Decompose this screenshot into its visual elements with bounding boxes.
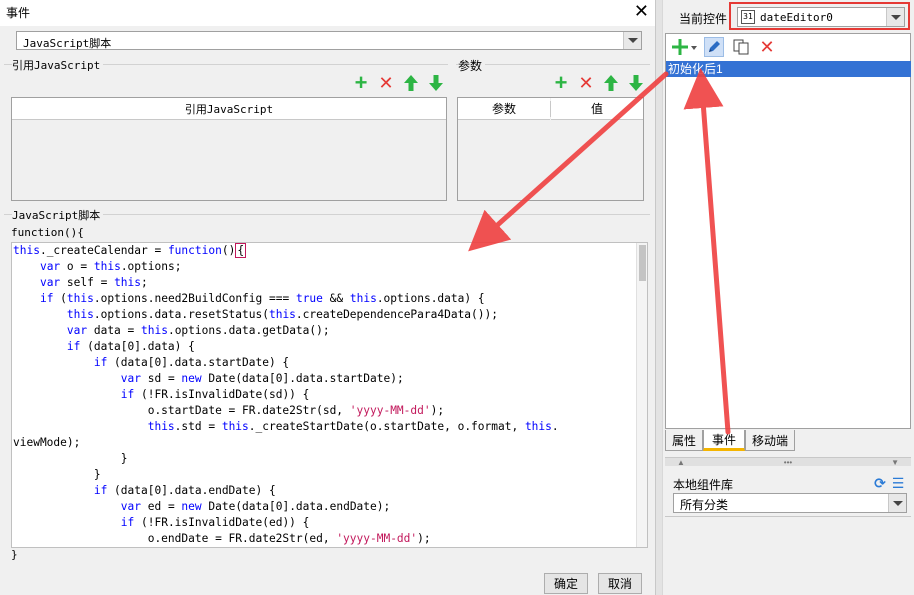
chevron-down-icon[interactable] — [886, 8, 904, 26]
code-line: if (data[0].data.startDate) { — [93, 356, 290, 369]
add-dropdown-icon[interactable] — [672, 38, 698, 56]
code-line: var self = this; — [39, 276, 148, 289]
code-line: if (data[0].data.endDate) { — [93, 484, 276, 497]
library-content — [665, 516, 911, 595]
current-widget-label: 当前控件 — [679, 12, 728, 26]
collapse-up-icon[interactable]: ▲ — [677, 458, 685, 467]
script-section-label: JavaScript脚本 — [12, 207, 104, 223]
section-splitter[interactable]: ▲ ••• ▼ — [665, 457, 911, 467]
tab-mobile[interactable]: 移动端 — [745, 430, 795, 451]
params-table: 参数 值 — [457, 97, 644, 201]
code-line: } — [13, 468, 101, 481]
ref-move-up-icon[interactable] — [402, 74, 420, 92]
cancel-button[interactable]: 取消 — [598, 573, 642, 594]
code-line: if (!FR.isInvalidDate(sd)) { — [120, 388, 310, 401]
refresh-icon[interactable]: ⟳ — [871, 474, 889, 492]
params-section-divider — [456, 64, 650, 65]
ref-section-label: 引用JavaScript — [12, 57, 104, 73]
code-scrollbar-thumb[interactable] — [639, 245, 646, 281]
chevron-down-icon[interactable] — [888, 494, 906, 512]
code-line: if (!FR.isInvalidDate(ed)) { — [120, 516, 310, 529]
code-editor[interactable]: this._createCalendar = function(){ var o… — [11, 242, 648, 548]
script-type-select[interactable]: JavaScript脚本 — [16, 31, 642, 50]
right-panel: 当前控件 31 dateEditor0 ✕ 初始化后1 属性 事件 移动端 ▲ … — [663, 0, 914, 595]
collapse-down-icon[interactable]: ▼ — [891, 458, 899, 467]
param-delete-icon[interactable]: ✕ — [577, 74, 595, 92]
code-line: if (data[0].data) { — [66, 340, 195, 353]
dialog-title: 事件 — [6, 6, 31, 20]
params-section-label: 参数 — [458, 57, 486, 74]
current-widget-value: dateEditor0 — [760, 11, 833, 24]
code-line: this.options.data.resetStatus(this.creat… — [66, 308, 498, 321]
function-header: function(){ — [11, 226, 84, 239]
param-add-icon[interactable]: + — [552, 72, 570, 94]
code-lines: this._createCalendar = function(){ var o… — [13, 243, 559, 547]
chevron-down-icon[interactable] — [623, 32, 641, 49]
library-label: 本地组件库 — [673, 478, 734, 492]
script-type-value: JavaScript脚本 — [23, 37, 112, 50]
tab-properties[interactable]: 属性 — [665, 430, 703, 451]
ref-js-header: 引用JavaScript — [12, 98, 446, 120]
ok-button[interactable]: 确定 — [544, 573, 588, 594]
dialog-title-bar: 事件 ✕ — [0, 0, 655, 26]
menu-icon[interactable]: ☰ — [889, 474, 907, 492]
event-dialog: 事件 ✕ JavaScript脚本 引用JavaScript + ✕ 引用Jav… — [0, 0, 655, 595]
current-widget-select[interactable]: 31 dateEditor0 — [737, 7, 905, 27]
panel-splitter[interactable] — [655, 0, 663, 595]
copy-icon[interactable] — [732, 38, 750, 56]
tab-events[interactable]: 事件 — [703, 430, 745, 451]
ref-js-table: 引用JavaScript — [11, 97, 447, 201]
calendar-icon: 31 — [741, 10, 755, 24]
code-scrollbar[interactable] — [636, 243, 647, 547]
code-line: this.std = this._createStartDate(o.start… — [147, 420, 559, 433]
code-line: viewMode); — [13, 436, 81, 449]
code-line: var o = this.options; — [39, 260, 182, 273]
code-line: } — [13, 452, 128, 465]
event-item-selected[interactable]: 初始化后1 — [666, 61, 911, 77]
param-move-up-icon[interactable] — [602, 74, 620, 92]
code-line: if (this.options.need2BuildConfig === tr… — [39, 292, 485, 305]
close-icon[interactable]: ✕ — [634, 1, 649, 21]
code-line: var ed = new Date(data[0].data.endDate); — [120, 500, 391, 513]
library-category-select[interactable]: 所有分类 — [673, 493, 907, 513]
code-line: o.endDate = FR.date2Str(ed, 'yyyy-MM-dd'… — [13, 532, 431, 545]
code-line: var sd = new Date(data[0].data.startDate… — [120, 372, 404, 385]
params-header-value: 值 — [551, 98, 643, 120]
event-toolbar: ✕ — [666, 34, 910, 60]
code-line: var data = this.options.data.getData(); — [66, 324, 330, 337]
ref-delete-icon[interactable]: ✕ — [377, 74, 395, 92]
ref-add-icon[interactable]: + — [352, 72, 370, 94]
code-line: o.startDate = FR.date2Str(sd, 'yyyy-MM-d… — [13, 404, 445, 417]
delete-icon[interactable]: ✕ — [758, 38, 776, 56]
library-category-value: 所有分类 — [680, 498, 729, 512]
edit-pencil-icon[interactable] — [704, 37, 724, 57]
code-line: this._createCalendar = function(){ — [13, 243, 247, 258]
grip-icon[interactable]: ••• — [784, 458, 792, 467]
function-footer: } — [11, 548, 18, 561]
params-header-name: 参数 — [458, 98, 550, 120]
event-list: ✕ 初始化后1 — [665, 33, 911, 429]
ref-move-down-icon[interactable] — [427, 74, 445, 92]
param-move-down-icon[interactable] — [627, 74, 645, 92]
